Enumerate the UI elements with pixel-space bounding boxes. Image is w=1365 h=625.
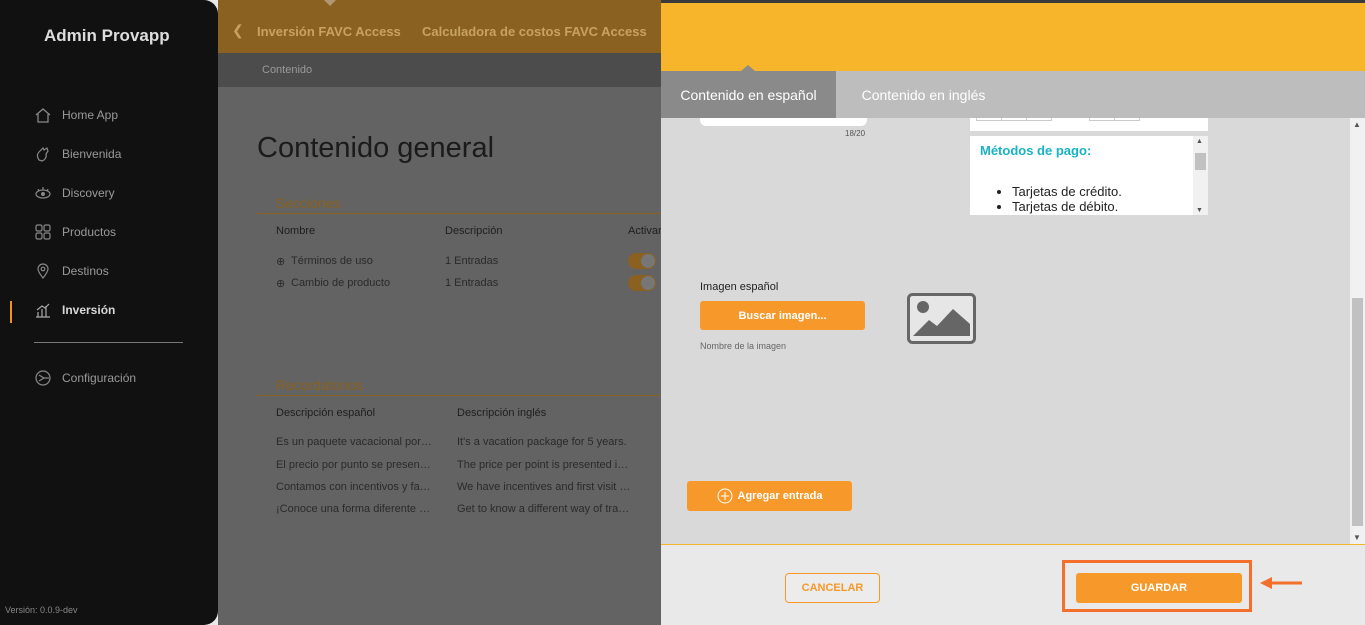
- sidebar-item-home-app[interactable]: Home App: [34, 104, 118, 126]
- editor-table-fragment: [970, 118, 1208, 131]
- add-entry-button[interactable]: Agregar entrada: [687, 481, 852, 511]
- wave-hand-icon: [36, 146, 49, 162]
- sidebar-item-label: Home App: [62, 108, 119, 122]
- image-name: Nombre de la imagen: [700, 341, 787, 351]
- tab-contenido-ingles[interactable]: Contenido en inglés: [836, 71, 1011, 118]
- active-indicator: [10, 301, 12, 323]
- sidebar-item-label: Bienvenida: [62, 147, 122, 161]
- sidebar-divider: [34, 342, 183, 343]
- table-row-en: It's a vacation package for 5 years.: [457, 436, 627, 448]
- breadcrumb-inversion[interactable]: Inversión FAVC Access: [257, 24, 401, 39]
- table-row-name[interactable]: Cambio de producto: [291, 277, 390, 289]
- chevron-left-icon[interactable]: ❮: [232, 22, 244, 39]
- panel-footer: CANCELAR GUARDAR: [661, 544, 1365, 625]
- sidebar-item-label: Productos: [62, 225, 117, 239]
- table-row-en: The price per point is presented i…: [457, 459, 629, 471]
- background-page: Contenido general Secciones Nombre Descr…: [218, 87, 665, 625]
- active-toggle[interactable]: [628, 253, 656, 269]
- sidebar-item-label: Destinos: [62, 264, 109, 278]
- scroll-up-icon[interactable]: ▲: [1353, 120, 1361, 129]
- sidebar-item-label: Discovery: [62, 186, 115, 200]
- settings-icon: [35, 370, 51, 386]
- scroll-thumb[interactable]: [1195, 153, 1206, 170]
- scroll-thumb[interactable]: [1352, 298, 1363, 526]
- list-item: Tarjetas de débito.: [1012, 199, 1122, 214]
- table-row-description: 1 Entradas: [445, 277, 499, 289]
- sidebar-item-inversion[interactable]: Inversión: [34, 299, 115, 321]
- section-divider: [257, 395, 665, 396]
- table-row-en: Get to know a different way of tra…: [457, 503, 630, 515]
- column-header-descripcion-es: Descripción español: [276, 407, 376, 419]
- save-button[interactable]: GUARDAR: [1076, 573, 1242, 603]
- section-title-secciones: Secciones: [276, 195, 341, 211]
- top-breadcrumb-bar: ❮ Inversión FAVC Access Calculadora de c…: [218, 0, 665, 53]
- location-pin-icon: [37, 263, 49, 279]
- plus-circle-icon: [717, 488, 732, 504]
- editor-scrollbar[interactable]: ▲ ▼: [1193, 136, 1208, 215]
- table-row-es[interactable]: Contamos con incentivos y fa…: [276, 481, 431, 493]
- table-row-es[interactable]: ¡Conoce una forma diferente …: [276, 503, 430, 515]
- tab-label: Contenido en español: [680, 86, 817, 103]
- page-title: Contenido general: [257, 132, 495, 164]
- panel-scrollbar[interactable]: ▲ ▼: [1350, 118, 1365, 544]
- table-row-name[interactable]: Términos de uso: [291, 255, 373, 267]
- table-row-en: We have incentives and first visit …: [457, 481, 631, 493]
- image-label: Imagen español: [700, 281, 779, 293]
- breadcrumb-contenido[interactable]: Contenido: [262, 64, 312, 76]
- section-title-recordatorios: Recordatorios: [276, 377, 364, 393]
- sidebar-item-destinos[interactable]: Destinos: [34, 260, 109, 282]
- section-divider: [257, 213, 665, 214]
- column-header-descripcion-en: Descripción inglés: [457, 407, 547, 419]
- rich-text-editor[interactable]: Métodos de pago: Tarjetas de crédito. Ta…: [970, 136, 1208, 215]
- table-row-es[interactable]: Es un paquete vacacional por…: [276, 436, 432, 448]
- sidebar-item-label: Configuración: [62, 371, 137, 385]
- active-toggle[interactable]: [628, 275, 656, 291]
- eye-icon: [35, 187, 51, 199]
- sidebar-item-configuracion[interactable]: Configuración: [34, 367, 136, 389]
- tab-notch: [741, 65, 755, 71]
- grid-icon: [35, 224, 51, 240]
- scroll-down-icon[interactable]: ▼: [1353, 533, 1361, 542]
- breadcrumb-notch: [324, 0, 336, 6]
- sub-breadcrumb-bar: Contenido: [218, 53, 665, 87]
- column-header-activar: Activar: [628, 225, 662, 237]
- tab-contenido-espanol[interactable]: Contenido en español: [661, 65, 836, 118]
- sidebar-item-productos[interactable]: Productos: [34, 221, 116, 243]
- breadcrumb-calculadora[interactable]: Calculadora de costos FAVC Access: [422, 24, 647, 39]
- tab-label: Contenido en inglés: [861, 86, 986, 103]
- bar-chart-icon: [36, 303, 50, 318]
- editor-heading: Métodos de pago:: [980, 143, 1092, 158]
- scroll-up-icon[interactable]: ▲: [1196, 138, 1203, 145]
- scroll-down-icon[interactable]: ▼: [1196, 207, 1203, 214]
- panel-scroll-content: 18/20 Métodos de pago: Tarjetas de crédi…: [661, 118, 1350, 544]
- char-counter: 18/20: [845, 129, 866, 138]
- version-label: Versión: 0.0.9-dev: [5, 605, 78, 615]
- cancel-button[interactable]: CANCELAR: [785, 573, 880, 603]
- plus-circle-icon[interactable]: ⊕: [276, 255, 285, 268]
- language-tabs: Contenido en español Contenido en inglés: [661, 65, 1365, 118]
- edit-content-panel: Contenido en español Contenido en inglés…: [661, 0, 1365, 625]
- app-brand: Admin Provapp: [44, 26, 170, 45]
- plus-circle-icon[interactable]: ⊕: [276, 277, 285, 290]
- editor-list: Tarjetas de crédito. Tarjetas de débito.: [1012, 184, 1122, 214]
- table-row-description: 1 Entradas: [445, 255, 499, 267]
- list-item: Tarjetas de crédito.: [1012, 184, 1122, 199]
- table-row-es[interactable]: El precio por punto se presen…: [276, 459, 431, 471]
- arrow-left-icon: [1260, 577, 1302, 589]
- sidebar-item-bienvenida[interactable]: Bienvenida: [34, 143, 121, 165]
- panel-header: [661, 3, 1365, 71]
- column-header-descripcion: Descripción: [445, 225, 503, 237]
- search-image-button[interactable]: Buscar imagen...: [700, 301, 865, 330]
- add-entry-label: Agregar entrada: [737, 490, 823, 502]
- sidebar-item-label: Inversión: [62, 303, 116, 317]
- column-header-nombre: Nombre: [276, 225, 316, 237]
- sidebar-item-discovery[interactable]: Discovery: [34, 182, 115, 204]
- home-icon: [35, 108, 51, 123]
- title-input[interactable]: [700, 118, 867, 126]
- sidebar: Admin Provapp Home App Bienvenida Discov…: [0, 0, 218, 625]
- image-placeholder-icon: [907, 293, 976, 344]
